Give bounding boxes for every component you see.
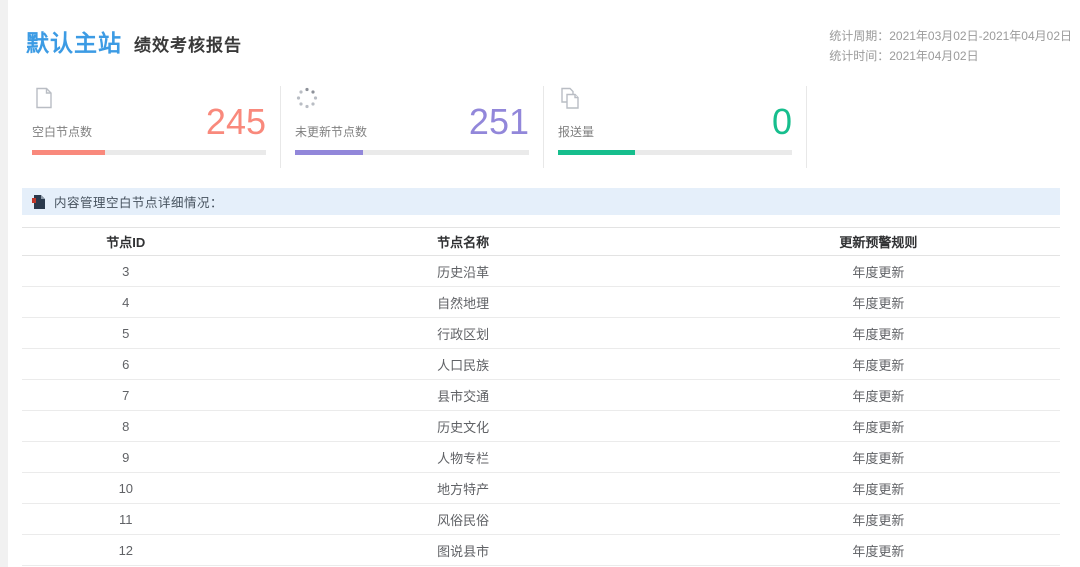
node-name-cell: 地方特产 [230, 473, 697, 504]
stat-value-submission: 0 [772, 104, 792, 140]
stat-card-blank-nodes: 空白节点数 245 [18, 86, 281, 168]
spinner-icon [295, 86, 319, 110]
node-name-cell: 风俗民俗 [230, 504, 697, 535]
document-icon [32, 195, 45, 209]
node-name-cell: 行政区划 [230, 318, 697, 349]
node-name-cell: 人口民族 [230, 349, 697, 380]
section-title: 内容管理空白节点详细情况： [54, 192, 223, 211]
report-page: 默认主站 绩效考核报告 统计周期：2021年03月02日-2021年04月02日… [8, 0, 1080, 566]
table-row: 3 历史沿革 年度更新 [22, 256, 1060, 287]
submission-progress-fill [558, 150, 635, 155]
blank-document-icon [32, 86, 56, 110]
section-header: 内容管理空白节点详细情况： [22, 188, 1060, 215]
stat-label-blank-nodes: 空白节点数 [32, 123, 92, 140]
table-header-row: 节点ID 节点名称 更新预警规则 [22, 228, 1060, 256]
report-meta: 统计周期：2021年03月02日-2021年04月02日 统计时间：2021年0… [829, 24, 1072, 66]
table-row: 10 地方特产 年度更新 [22, 473, 1060, 504]
table-row: 11 风俗民俗 年度更新 [22, 504, 1060, 535]
blank-nodes-table: 节点ID 节点名称 更新预警规则 3 历史沿革 年度更新 4 自然地理 年度更新… [22, 227, 1060, 566]
stat-time-text: 统计时间：2021年04月02日 [829, 46, 1072, 66]
update-rule-cell: 年度更新 [697, 504, 1060, 535]
update-rule-cell: 年度更新 [697, 535, 1060, 566]
blank-nodes-progress-fill [32, 150, 105, 155]
node-name-cell: 历史沿革 [230, 256, 697, 287]
site-name[interactable]: 默认主站 [26, 24, 122, 58]
submission-progress-bar [558, 150, 792, 155]
column-header-node-id: 节点ID [22, 228, 230, 256]
page-title: 绩效考核报告 [134, 31, 242, 56]
blank-nodes-progress-bar [32, 150, 266, 155]
table-row: 4 自然地理 年度更新 [22, 287, 1060, 318]
node-id-cell: 11 [22, 504, 230, 535]
node-name-cell: 自然地理 [230, 287, 697, 318]
stat-card-empty [807, 86, 1070, 168]
stat-label-not-updated: 未更新节点数 [295, 123, 367, 140]
update-rule-cell: 年度更新 [697, 349, 1060, 380]
node-id-cell: 10 [22, 473, 230, 504]
update-rule-cell: 年度更新 [697, 411, 1060, 442]
node-name-cell: 图说县市 [230, 535, 697, 566]
node-id-cell: 4 [22, 287, 230, 318]
stat-value-blank-nodes: 245 [206, 104, 266, 140]
table-row: 8 历史文化 年度更新 [22, 411, 1060, 442]
node-id-cell: 5 [22, 318, 230, 349]
stats-row: 空白节点数 245 [18, 86, 1080, 168]
stat-label-submission: 报送量 [558, 123, 594, 140]
update-rule-cell: 年度更新 [697, 442, 1060, 473]
blank-nodes-detail-card: 内容管理空白节点详细情况： 节点ID 节点名称 更新预警规则 3 历史沿革 年度… [8, 188, 1080, 566]
table-row: 6 人口民族 年度更新 [22, 349, 1060, 380]
update-rule-cell: 年度更新 [697, 256, 1060, 287]
node-id-cell: 8 [22, 411, 230, 442]
node-id-cell: 12 [22, 535, 230, 566]
node-name-cell: 县市交通 [230, 380, 697, 411]
table-row: 12 图说县市 年度更新 [22, 535, 1060, 566]
update-rule-cell: 年度更新 [697, 380, 1060, 411]
update-rule-cell: 年度更新 [697, 473, 1060, 504]
title-group: 默认主站 绩效考核报告 [26, 24, 242, 58]
stat-period-text: 统计周期：2021年03月02日-2021年04月02日 [829, 26, 1072, 46]
report-header-card: 默认主站 绩效考核报告 统计周期：2021年03月02日-2021年04月02日… [8, 0, 1080, 168]
not-updated-progress-fill [295, 150, 363, 155]
update-rule-cell: 年度更新 [697, 318, 1060, 349]
node-name-cell: 人物专栏 [230, 442, 697, 473]
stat-card-submission: 报送量 0 [544, 86, 807, 168]
stat-value-not-updated: 251 [469, 104, 529, 140]
table-row: 9 人物专栏 年度更新 [22, 442, 1060, 473]
table-row: 7 县市交通 年度更新 [22, 380, 1060, 411]
column-header-node-name: 节点名称 [230, 228, 697, 256]
report-header: 默认主站 绩效考核报告 统计周期：2021年03月02日-2021年04月02日… [18, 0, 1080, 86]
column-header-update-rule: 更新预警规则 [697, 228, 1060, 256]
node-id-cell: 6 [22, 349, 230, 380]
node-name-cell: 历史文化 [230, 411, 697, 442]
update-rule-cell: 年度更新 [697, 287, 1060, 318]
node-id-cell: 9 [22, 442, 230, 473]
copy-documents-icon [558, 86, 582, 110]
table-row: 5 行政区划 年度更新 [22, 318, 1060, 349]
stat-card-not-updated: 未更新节点数 251 [281, 86, 544, 168]
node-id-cell: 7 [22, 380, 230, 411]
page-left-gutter [0, 0, 8, 567]
node-id-cell: 3 [22, 256, 230, 287]
not-updated-progress-bar [295, 150, 529, 155]
